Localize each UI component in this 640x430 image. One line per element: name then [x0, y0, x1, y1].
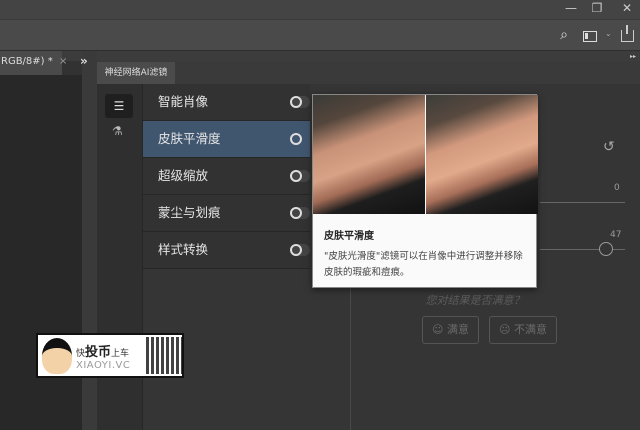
filter-label: 蒙尘与划痕	[158, 205, 221, 220]
qr-code-icon	[146, 337, 182, 374]
collapse-panels-icon[interactable]: »	[80, 54, 88, 68]
filter-toggle[interactable]	[290, 207, 310, 219]
slider-value: 47	[610, 230, 622, 240]
filter-item-skin-smoothing[interactable]: 皮肤平滑度	[143, 121, 310, 158]
watermark-domain: XIAOYI.VC	[76, 360, 131, 371]
expand-icon[interactable]: ▸▸	[630, 53, 636, 60]
close-tab-icon[interactable]: ×	[59, 56, 67, 67]
reset-icon[interactable]: ↺	[603, 139, 615, 155]
filter-item-style-transfer[interactable]: 样式转换	[143, 232, 310, 269]
filter-item-dust-scratches[interactable]: 蒙尘与划痕	[143, 195, 310, 232]
document-tab-label: RGB/8#) *	[1, 56, 53, 67]
filter-toggle[interactable]	[290, 244, 310, 256]
before-image	[313, 95, 425, 214]
frown-icon: ☹	[499, 323, 511, 336]
filter-tooltip: 皮肤平滑度 "皮肤光滑度"滤镜可以在肖像中进行调整并移除皮肤的瑕疵和痘痕。	[312, 94, 538, 288]
workspace-icon[interactable]	[583, 31, 597, 42]
filters-sliders-icon[interactable]: ☰	[105, 94, 133, 118]
filter-label: 超级缩放	[158, 168, 209, 183]
filter-toggle[interactable]	[290, 133, 310, 145]
after-image	[426, 95, 538, 214]
filter-toggle[interactable]	[290, 96, 310, 108]
filter-label: 智能肖像	[158, 94, 209, 109]
filter-list: 智能肖像 皮肤平滑度 超级缩放 蒙尘与划痕 样式转换	[143, 84, 310, 269]
avatar-icon	[42, 338, 72, 374]
chevron-down-icon[interactable]: ⌄	[605, 29, 612, 38]
slider-value: 0	[614, 183, 620, 193]
filter-item-smart-portrait[interactable]: 智能肖像	[143, 84, 310, 121]
tab-neural-filters[interactable]: 神经网络AI滤镜	[97, 62, 175, 84]
minimize-icon[interactable]: —	[558, 0, 584, 16]
restore-icon[interactable]: ❐	[584, 0, 610, 16]
filter-label: 皮肤平滑度	[158, 131, 221, 146]
panel-tab-row	[97, 61, 640, 84]
watermark-logo: 快投币上车 XIAOYI.VC	[36, 333, 184, 378]
title-bar	[0, 0, 640, 20]
filter-label: 样式转换	[158, 242, 209, 257]
unsatisfied-label: 不满意	[513, 323, 547, 336]
satisfied-label: 满意	[446, 323, 469, 336]
share-icon[interactable]	[621, 25, 634, 42]
flask-icon[interactable]: ⚗	[112, 124, 123, 138]
tooltip-description: "皮肤光滑度"滤镜可以在肖像中进行调整并移除皮肤的瑕疵和痘痕。	[324, 251, 523, 278]
smile-icon: ☺	[432, 323, 444, 336]
filter-toggle[interactable]	[290, 170, 310, 182]
slider-thumb[interactable]	[599, 242, 613, 256]
divider	[350, 268, 351, 430]
document-tab[interactable]: RGB/8#) * ×	[0, 51, 67, 75]
tooltip-title: 皮肤平滑度	[324, 231, 374, 242]
search-icon[interactable]: ⌕	[555, 27, 573, 43]
close-icon[interactable]: ✕	[614, 0, 640, 16]
watermark-slogan: 快投币上车	[76, 345, 130, 360]
satisfied-button[interactable]: ☺ 满意	[422, 316, 479, 344]
slider-track[interactable]	[540, 202, 625, 203]
options-bar	[0, 20, 640, 51]
feedback-question: 您对结果是否满意？	[425, 294, 525, 307]
unsatisfied-button[interactable]: ☹ 不满意	[489, 316, 557, 344]
filter-item-super-zoom[interactable]: 超级缩放	[143, 158, 310, 195]
